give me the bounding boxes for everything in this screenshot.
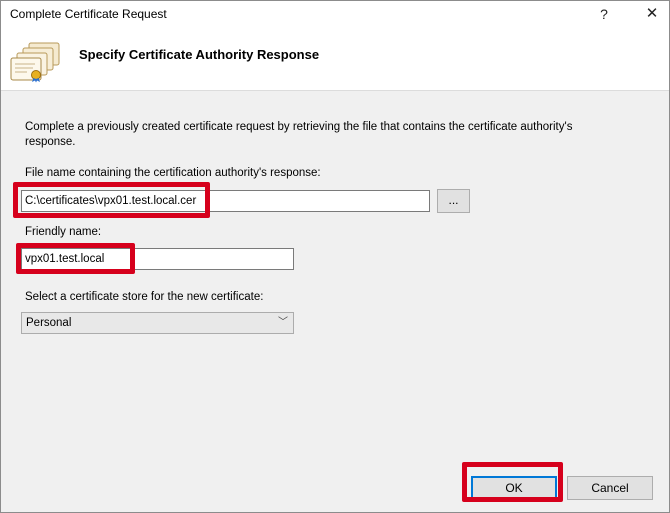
certificate-store-value: Personal (26, 317, 72, 329)
certificate-store-label: Select a certificate store for the new c… (25, 291, 264, 303)
friendly-name-input[interactable]: vpx01.test.local (21, 248, 294, 270)
help-button[interactable]: ? (591, 4, 617, 24)
cancel-button[interactable]: Cancel (567, 476, 653, 500)
file-name-input[interactable]: C:\certificates\vpx01.test.local.cer (21, 190, 430, 212)
certificate-store-select[interactable]: Personal ﹀ (21, 312, 294, 334)
title-bar: Complete Certificate Request ? ✕ (1, 1, 669, 29)
header-title: Specify Certificate Authority Response (79, 47, 320, 62)
close-button[interactable]: ✕ (639, 4, 665, 24)
certificate-stack-icon (10, 42, 60, 83)
file-name-label: File name containing the certification a… (25, 167, 321, 179)
ok-button[interactable]: OK (471, 476, 557, 500)
browse-button[interactable]: ... (437, 189, 470, 213)
dialog-content: Complete a previously created certificat… (1, 92, 669, 512)
dialog-header: Specify Certificate Authority Response (1, 29, 669, 91)
description-text: Complete a previously created certificat… (25, 121, 573, 148)
complete-certificate-request-dialog: Complete Certificate Request ? ✕ Specify… (0, 0, 670, 513)
chevron-down-icon: ﹀ (278, 317, 288, 328)
window-title: Complete Certificate Request (10, 7, 167, 21)
friendly-name-label: Friendly name: (25, 226, 102, 238)
